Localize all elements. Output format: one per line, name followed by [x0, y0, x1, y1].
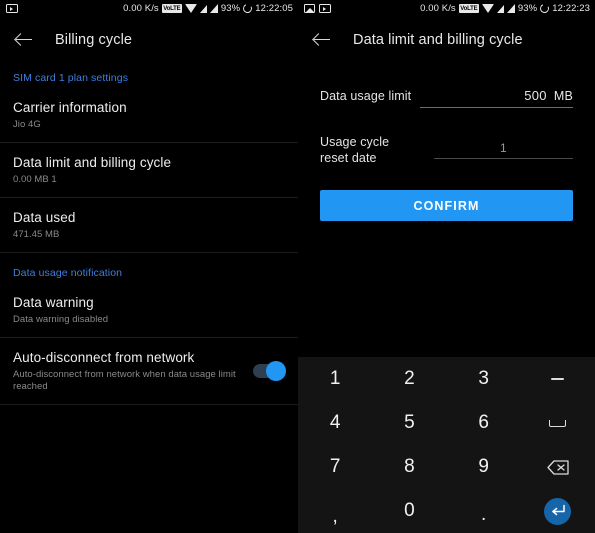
section-header-data-usage-notification: Data usage notification: [13, 267, 123, 279]
key-0[interactable]: 0: [372, 489, 446, 533]
auto-disconnect-toggle[interactable]: [253, 361, 286, 381]
key-6[interactable]: 6: [447, 401, 521, 445]
key-label: 2: [404, 368, 415, 389]
clock-text: 12:22:05: [255, 3, 293, 14]
list-item-subtitle: Auto-disconnect from network when data u…: [13, 369, 236, 392]
key-5[interactable]: 5: [372, 401, 446, 445]
list-item-title: Data warning: [13, 295, 94, 310]
photo-icon: [304, 4, 315, 13]
list-item-data-used[interactable]: Data used 471.45 MB: [0, 198, 298, 252]
list-item-auto-disconnect-from-network[interactable]: Auto-disconnect from network Auto-discon…: [0, 338, 298, 404]
usage-cycle-reset-date-input[interactable]: 1: [434, 141, 573, 159]
key-dot[interactable]: .: [447, 489, 521, 533]
left-screenshot-panel: 0.00 K/s VoLTE 93% 12:22:05 Billing cycl…: [0, 0, 298, 533]
battery-icon: [241, 2, 254, 15]
list-item-data-warning[interactable]: Data warning Data warning disabled: [0, 283, 298, 337]
signal-sim1-icon: [496, 4, 504, 13]
key-label: 6: [478, 412, 489, 433]
back-arrow-icon[interactable]: [311, 29, 333, 51]
key-label: 5: [404, 412, 415, 433]
signal-sim1-icon: [199, 4, 207, 13]
divider: [0, 404, 298, 405]
network-speed-text: 0.00 K/s: [420, 3, 456, 14]
page-title: Data limit and billing cycle: [353, 31, 523, 48]
dual-screenshot-container: 0.00 K/s VoLTE 93% 12:22:05 Billing cycl…: [0, 0, 595, 533]
wifi-icon: [184, 4, 197, 13]
confirm-button[interactable]: CONFIRM: [320, 190, 573, 221]
list-item-subtitle: Data warning disabled: [13, 314, 109, 325]
key-8[interactable]: 8: [372, 445, 446, 489]
key-9[interactable]: 9: [447, 445, 521, 489]
data-usage-limit-label: Data usage limit: [320, 89, 412, 103]
data-usage-limit-unit: MB: [553, 89, 573, 103]
list-item-subtitle: 471.45 MB: [13, 229, 60, 240]
list-item-title: Carrier information: [13, 100, 127, 115]
key-label: 7: [329, 456, 341, 477]
data-limit-form: Data usage limit 500 MB Usage cycle rese…: [298, 88, 595, 166]
data-usage-limit-input[interactable]: 500 MB: [420, 88, 573, 108]
list-item-title: Data used: [13, 210, 76, 225]
usage-cycle-reset-date-label: Usage cycle reset date: [320, 135, 390, 165]
list-item-title: Data limit and billing cycle: [13, 155, 172, 170]
list-item-carrier-information[interactable]: Carrier information Jio 4G: [0, 88, 298, 142]
backspace-icon: [547, 459, 569, 475]
list-item-subtitle: Jio 4G: [13, 119, 41, 130]
key-3[interactable]: 3: [447, 357, 521, 401]
right-status-bar: 0.00 K/s VoLTE 93% 12:22:23: [298, 0, 595, 17]
key-comma[interactable]: ,: [298, 489, 372, 533]
key-label: 8: [404, 456, 415, 477]
key-2[interactable]: 2: [372, 357, 446, 401]
back-arrow-icon[interactable]: [13, 29, 35, 51]
right-app-bar: Data limit and billing cycle: [298, 17, 595, 62]
usage-cycle-reset-date-row: Usage cycle reset date 1: [320, 134, 573, 166]
page-title: Billing cycle: [55, 31, 133, 48]
list-item-data-limit-and-billing-cycle[interactable]: Data limit and billing cycle 0.00 MB 1: [0, 143, 298, 197]
space-icon: [549, 419, 567, 427]
key-label: 1: [329, 368, 341, 389]
left-app-bar: Billing cycle: [0, 17, 298, 62]
key-label: 4: [329, 412, 341, 433]
key-1[interactable]: 1: [298, 357, 372, 401]
volte-icon: VoLTE: [161, 4, 182, 13]
data-usage-limit-value: 500: [524, 88, 547, 103]
right-status-indicators: 0.00 K/s VoLTE 93% 12:22:23: [420, 0, 590, 17]
signal-sim2-icon: [209, 4, 218, 13]
battery-percent-text: 93%: [220, 3, 241, 14]
key-backspace[interactable]: [521, 445, 595, 489]
signal-sim2-icon: [506, 4, 515, 13]
video-icon: [319, 4, 331, 13]
network-speed-text: 0.00 K/s: [123, 3, 159, 14]
volte-icon: VoLTE: [458, 4, 479, 13]
key-enter[interactable]: [521, 489, 595, 533]
right-status-notification-icons: [304, 4, 331, 13]
list-item-subtitle: 0.00 MB 1: [13, 174, 57, 185]
key-7[interactable]: 7: [298, 445, 372, 489]
minus-icon: [551, 378, 565, 380]
battery-icon: [538, 2, 551, 15]
battery-percent-text: 93%: [517, 3, 538, 14]
left-status-notification-icons: [6, 4, 18, 13]
key-label: 9: [478, 456, 489, 477]
toggle-thumb: [266, 361, 286, 381]
list-item-title: Auto-disconnect from network: [13, 350, 195, 365]
key-space[interactable]: [521, 401, 595, 445]
key-4[interactable]: 4: [298, 401, 372, 445]
key-label: 3: [478, 368, 489, 389]
key-minus[interactable]: [521, 357, 595, 401]
wifi-icon: [481, 4, 494, 13]
right-screenshot-panel: 0.00 K/s VoLTE 93% 12:22:23 Data limit a…: [298, 0, 595, 533]
left-status-bar: 0.00 K/s VoLTE 93% 12:22:05: [0, 0, 298, 17]
section-header-sim-plan: SIM card 1 plan settings: [13, 72, 129, 84]
clock-text: 12:22:23: [552, 3, 590, 14]
video-icon: [6, 4, 18, 13]
data-usage-limit-row: Data usage limit 500 MB: [320, 88, 573, 108]
left-status-indicators: 0.00 K/s VoLTE 93% 12:22:05: [123, 0, 293, 17]
key-label: 0: [404, 500, 415, 521]
usage-cycle-reset-date-value: 1: [500, 141, 507, 155]
numeric-keypad: 1 2 3 4 5 6 7 8 9 , 0 .: [298, 357, 595, 533]
enter-icon: [544, 497, 572, 525]
